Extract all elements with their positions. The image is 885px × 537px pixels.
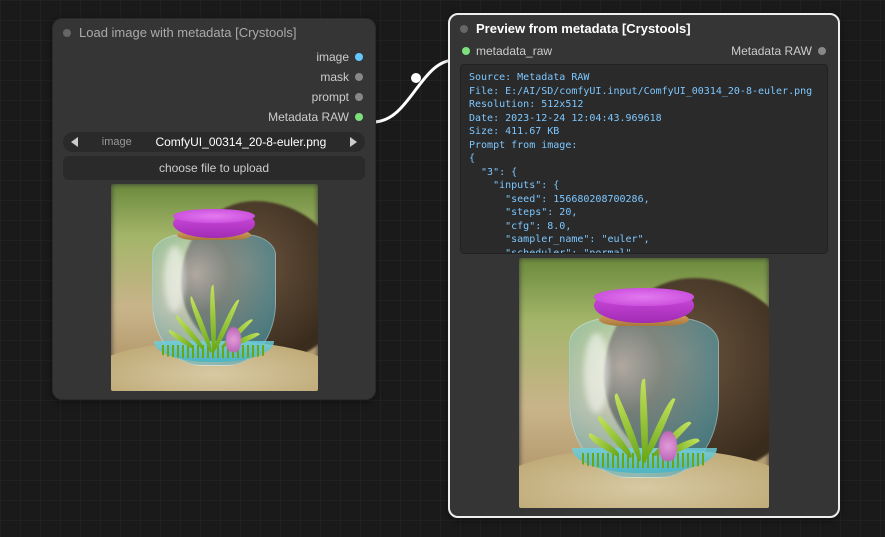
output-metadata-raw[interactable]: Metadata RAW <box>731 44 826 58</box>
port-icon[interactable] <box>355 113 363 121</box>
metadata-textarea[interactable]: Source: Metadata RAW File: E:/AI/SD/comf… <box>460 64 828 254</box>
output-image[interactable]: image <box>65 48 363 66</box>
node-title: Preview from metadata [Crystools] <box>476 21 691 36</box>
image-preview <box>458 258 830 508</box>
port-icon[interactable] <box>355 93 363 101</box>
output-metadata-raw[interactable]: Metadata RAW <box>65 108 363 126</box>
image-preview <box>61 184 367 391</box>
arrow-left-icon[interactable] <box>71 137 78 147</box>
port-icon[interactable] <box>355 73 363 81</box>
node-title: Load image with metadata [Crystools] <box>79 25 297 40</box>
preview-image[interactable] <box>519 258 769 508</box>
port-icon[interactable] <box>355 53 363 61</box>
input-metadata-raw[interactable]: metadata_raw <box>462 44 552 58</box>
node-load-image[interactable]: Load image with metadata [Crystools] ima… <box>52 18 376 400</box>
preview-image[interactable] <box>111 184 318 391</box>
io-row: metadata_raw Metadata RAW <box>458 42 830 60</box>
collapse-dot-icon[interactable] <box>460 25 468 33</box>
node-preview-metadata[interactable]: Preview from metadata [Crystools] metada… <box>448 13 840 518</box>
output-prompt[interactable]: prompt <box>65 88 363 106</box>
outputs: image mask prompt Metadata RAW <box>61 46 367 128</box>
file-name: ComfyUI_00314_20-8-euler.png <box>155 135 326 149</box>
file-label: image <box>102 136 132 148</box>
node-header[interactable]: Load image with metadata [Crystools] <box>53 19 375 46</box>
collapse-dot-icon[interactable] <box>63 29 71 37</box>
arrow-right-icon[interactable] <box>350 137 357 147</box>
output-mask[interactable]: mask <box>65 68 363 86</box>
file-selector[interactable]: image ComfyUI_00314_20-8-euler.png <box>63 132 365 152</box>
port-icon[interactable] <box>818 47 826 55</box>
node-header[interactable]: Preview from metadata [Crystools] <box>450 15 838 42</box>
metadata-content: Source: Metadata RAW File: E:/AI/SD/comf… <box>469 71 819 254</box>
upload-button[interactable]: choose file to upload <box>63 156 365 180</box>
port-icon[interactable] <box>462 47 470 55</box>
